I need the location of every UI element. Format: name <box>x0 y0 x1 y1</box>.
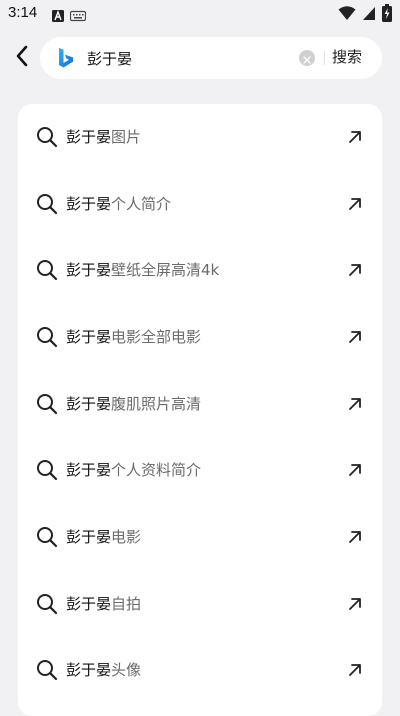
suggestion-text: 彭于晏电影全部电影 <box>66 326 201 348</box>
search-icon <box>36 459 58 481</box>
suggestion-item[interactable]: 彭于晏壁纸全屏高清4k <box>18 237 382 303</box>
search-input[interactable] <box>87 45 287 71</box>
search-icon <box>36 393 58 415</box>
status-left-icons <box>52 7 87 26</box>
suggestion-item[interactable]: 彭于晏头像 <box>18 637 382 703</box>
fill-query-arrow-icon[interactable] <box>346 328 364 346</box>
suggestion-query: 彭于晏 <box>66 261 112 279</box>
search-divider <box>324 51 325 65</box>
suggestion-completion: 电影全部电影 <box>111 328 202 346</box>
suggestion-text: 彭于晏电影 <box>66 526 141 548</box>
suggestion-text: 彭于晏壁纸全屏高清4k <box>66 259 219 281</box>
status-bar: 3:14 <box>0 0 400 28</box>
font-a-icon <box>52 7 64 26</box>
suggestion-item[interactable]: 彭于晏电影 <box>18 504 382 570</box>
fill-query-arrow-icon[interactable] <box>346 395 364 413</box>
clear-icon <box>303 49 311 68</box>
fill-query-arrow-icon[interactable] <box>346 261 364 279</box>
suggestion-completion: 腹肌照片高清 <box>111 395 202 413</box>
suggestion-text: 彭于晏图片 <box>66 126 141 148</box>
suggestion-query: 彭于晏 <box>66 128 112 146</box>
suggestion-text: 彭于晏自拍 <box>66 593 141 615</box>
search-icon <box>36 126 58 148</box>
signal-icon <box>362 5 376 25</box>
status-right-icons <box>338 4 392 26</box>
search-icon <box>36 526 58 548</box>
suggestion-query: 彭于晏 <box>66 595 112 613</box>
clear-button[interactable] <box>299 50 315 66</box>
suggestion-query: 彭于晏 <box>66 528 112 546</box>
suggestion-query: 彭于晏 <box>66 328 112 346</box>
suggestion-item[interactable]: 彭于晏个人资料简介 <box>18 437 382 503</box>
status-time: 3:14 <box>8 4 38 21</box>
suggestion-query: 彭于晏 <box>66 195 112 213</box>
suggestion-item[interactable]: 彭于晏电影全部电影 <box>18 304 382 370</box>
suggestion-completion: 自拍 <box>111 595 142 613</box>
fill-query-arrow-icon[interactable] <box>346 128 364 146</box>
suggestion-item[interactable]: 彭于晏个人简介 <box>18 171 382 237</box>
battery-charging-icon <box>382 4 392 26</box>
search-icon <box>36 593 58 615</box>
search-button[interactable]: 搜索 <box>332 46 362 67</box>
back-arrow-icon <box>14 44 30 72</box>
suggestion-text: 彭于晏个人资料简介 <box>66 459 201 481</box>
suggestion-completion: 图片 <box>111 128 142 146</box>
keyboard-icon <box>69 7 87 26</box>
bing-logo-icon <box>54 46 78 70</box>
fill-query-arrow-icon[interactable] <box>346 661 364 679</box>
search-header: 搜索 <box>0 34 400 82</box>
back-button[interactable] <box>8 42 36 74</box>
search-icon <box>36 659 58 681</box>
suggestion-item[interactable]: 彭于晏自拍 <box>18 571 382 637</box>
suggestion-query: 彭于晏 <box>66 461 112 479</box>
search-icon <box>36 326 58 348</box>
suggestion-text: 彭于晏头像 <box>66 659 141 681</box>
fill-query-arrow-icon[interactable] <box>346 528 364 546</box>
search-box[interactable]: 搜索 <box>40 37 382 79</box>
suggestion-query: 彭于晏 <box>66 395 112 413</box>
search-icon <box>36 259 58 281</box>
suggestion-completion: 个人简介 <box>111 195 172 213</box>
suggestion-query: 彭于晏 <box>66 661 112 679</box>
suggestion-text: 彭于晏个人简介 <box>66 193 171 215</box>
wifi-icon <box>338 5 356 25</box>
suggestion-item[interactable]: 彭于晏图片 <box>18 104 382 170</box>
suggestion-list: 彭于晏图片 彭于晏个人简介 彭于晏壁纸全屏高清4k 彭于晏电影全部电影 彭于晏腹… <box>18 104 382 716</box>
search-icon <box>36 193 58 215</box>
suggestion-completion: 个人资料简介 <box>111 461 202 479</box>
fill-query-arrow-icon[interactable] <box>346 461 364 479</box>
suggestion-completion: 壁纸全屏高清4k <box>111 261 220 279</box>
suggestion-completion: 头像 <box>111 661 142 679</box>
fill-query-arrow-icon[interactable] <box>346 595 364 613</box>
suggestion-text: 彭于晏腹肌照片高清 <box>66 393 201 415</box>
fill-query-arrow-icon[interactable] <box>346 195 364 213</box>
suggestion-completion: 电影 <box>111 528 142 546</box>
suggestion-item[interactable]: 彭于晏腹肌照片高清 <box>18 371 382 437</box>
